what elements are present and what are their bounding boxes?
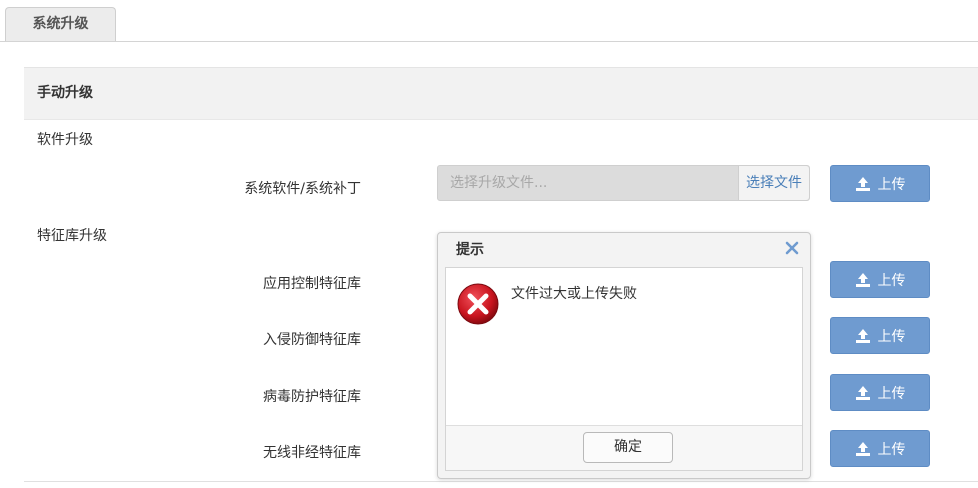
ok-button[interactable]: 确定 [583, 432, 673, 463]
upload-label: 上传 [877, 385, 906, 402]
upload-label: 上传 [877, 328, 906, 345]
tab-system-upgrade[interactable]: 系统升级 [5, 7, 116, 41]
dialog-body: 文件过大或上传失败 确定 [445, 267, 803, 471]
tab-bar: 系统升级 [0, 0, 978, 42]
file-placeholder: 选择升级文件... [450, 175, 548, 191]
system-software-label: 系统软件/系统补丁 [244, 181, 361, 197]
upload-icon [855, 176, 870, 191]
intrusion-prevention-signature-label: 入侵防御特征库 [263, 332, 361, 348]
error-icon [457, 283, 499, 325]
upload-label: 上传 [877, 176, 906, 193]
alert-dialog: 提示 文件过大或上传失败 确定 [437, 232, 811, 479]
upload-icon [855, 441, 870, 456]
section-title: 手动升级 [37, 85, 93, 101]
upload-button-intrusion[interactable]: 上传 [830, 317, 930, 354]
dialog-footer: 确定 [446, 425, 802, 470]
dialog-message: 文件过大或上传失败 [511, 286, 637, 302]
software-upgrade-heading: 软件升级 [37, 132, 93, 148]
upload-label: 上传 [877, 441, 906, 458]
antivirus-signature-label: 病毒防护特征库 [263, 389, 361, 405]
close-icon[interactable] [784, 240, 800, 256]
wireless-signature-label: 无线非经特征库 [263, 445, 361, 461]
divider [24, 481, 978, 482]
upload-icon [855, 328, 870, 343]
upload-label: 上传 [877, 272, 906, 289]
upload-button-wireless[interactable]: 上传 [830, 430, 930, 467]
upload-button-antivirus[interactable]: 上传 [830, 374, 930, 411]
dialog-title: 提示 [456, 242, 484, 258]
upload-button-app-control[interactable]: 上传 [830, 261, 930, 298]
upgrade-file-input[interactable]: 选择升级文件... 选择文件 [437, 165, 810, 201]
upload-button-software[interactable]: 上传 [830, 165, 930, 202]
upload-icon [855, 272, 870, 287]
section-header: 手动升级 [24, 67, 978, 120]
choose-file-button[interactable]: 选择文件 [738, 166, 809, 200]
app-control-signature-label: 应用控制特征库 [263, 276, 361, 292]
upload-icon [855, 385, 870, 400]
signature-upgrade-heading: 特征库升级 [37, 228, 107, 244]
